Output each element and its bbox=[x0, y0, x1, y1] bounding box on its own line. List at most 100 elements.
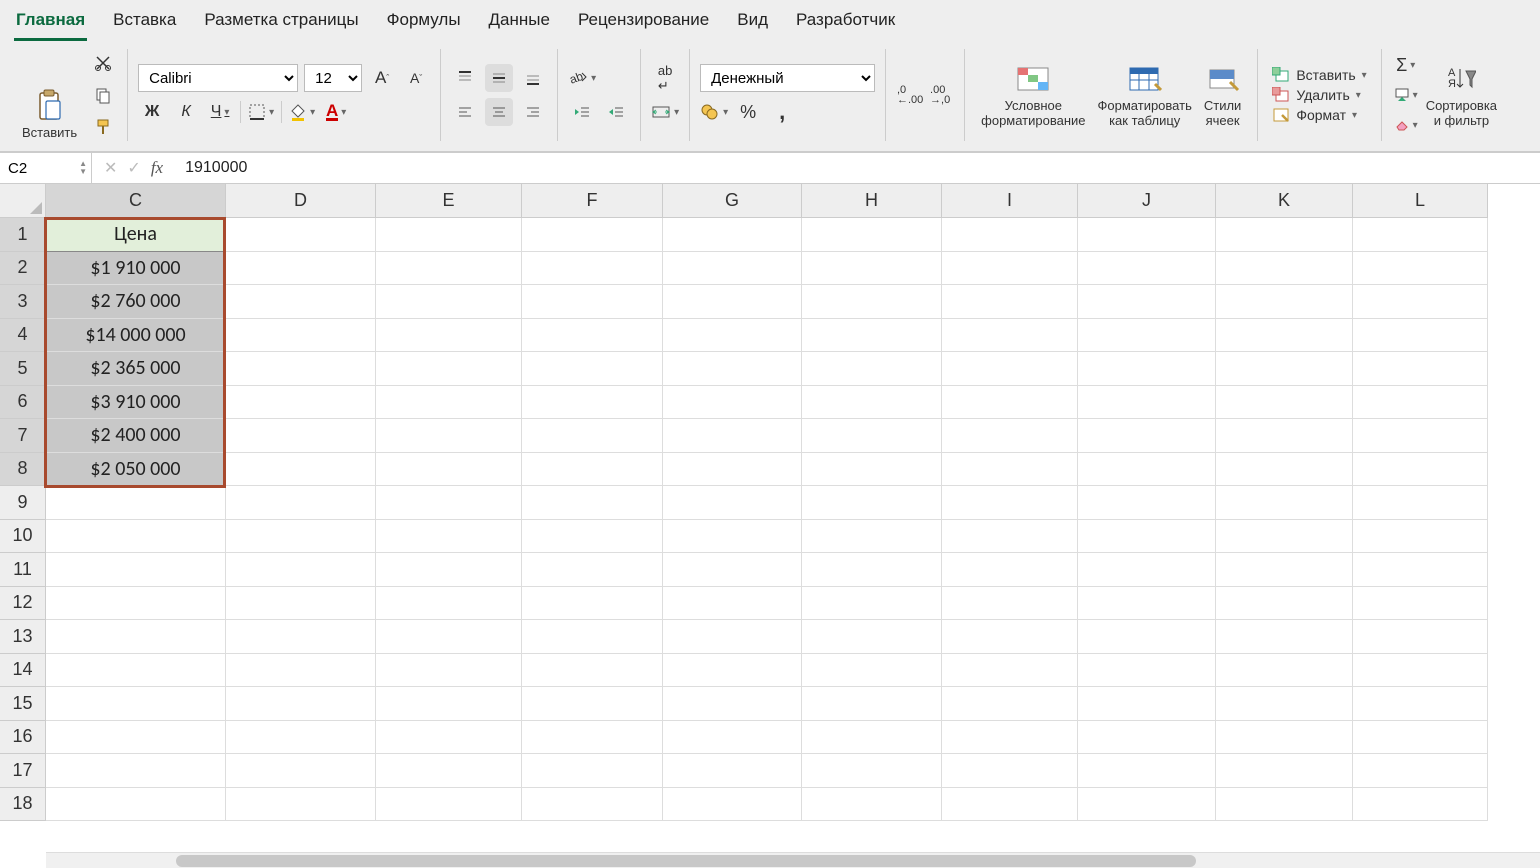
cell[interactable] bbox=[1353, 587, 1488, 621]
cell[interactable] bbox=[663, 587, 802, 621]
row-header[interactable]: 2 bbox=[0, 252, 46, 286]
accept-formula-icon[interactable]: ✓ bbox=[127, 158, 140, 178]
menu-tab-1[interactable]: Вставка bbox=[111, 6, 178, 41]
row-header[interactable]: 11 bbox=[0, 553, 46, 587]
menu-tab-2[interactable]: Разметка страницы bbox=[202, 6, 360, 41]
row-header[interactable]: 8 bbox=[0, 453, 46, 487]
cell[interactable] bbox=[1353, 453, 1488, 487]
cell[interactable] bbox=[226, 252, 376, 286]
underline-button[interactable]: Ч bbox=[206, 98, 234, 126]
cell[interactable] bbox=[1216, 218, 1353, 252]
cell[interactable] bbox=[1216, 285, 1353, 319]
cell[interactable] bbox=[226, 419, 376, 453]
cell[interactable] bbox=[226, 788, 376, 822]
align-bottom-button[interactable] bbox=[519, 64, 547, 92]
cell[interactable] bbox=[802, 419, 942, 453]
row-header[interactable]: 12 bbox=[0, 587, 46, 621]
cell[interactable] bbox=[663, 285, 802, 319]
cell[interactable] bbox=[942, 620, 1078, 654]
cell[interactable] bbox=[522, 486, 663, 520]
row-header[interactable]: 17 bbox=[0, 754, 46, 788]
cell[interactable] bbox=[46, 721, 226, 755]
cell[interactable] bbox=[1353, 553, 1488, 587]
cell[interactable] bbox=[1078, 319, 1216, 353]
row-header[interactable]: 6 bbox=[0, 386, 46, 420]
name-box[interactable]: C2 ▲▼ bbox=[0, 153, 92, 183]
cell[interactable] bbox=[1216, 319, 1353, 353]
align-center-button[interactable] bbox=[485, 98, 513, 126]
cell[interactable] bbox=[1353, 285, 1488, 319]
cell[interactable]: Цена bbox=[46, 218, 226, 252]
cell[interactable] bbox=[1078, 687, 1216, 721]
cell[interactable] bbox=[226, 654, 376, 688]
cell[interactable] bbox=[226, 453, 376, 487]
cell[interactable] bbox=[1353, 788, 1488, 822]
menu-tab-7[interactable]: Разработчик bbox=[794, 6, 897, 41]
cell[interactable] bbox=[1216, 252, 1353, 286]
cell[interactable] bbox=[1353, 419, 1488, 453]
menu-tab-4[interactable]: Данные bbox=[487, 6, 552, 41]
cell[interactable] bbox=[376, 788, 522, 822]
align-left-button[interactable] bbox=[451, 98, 479, 126]
cell[interactable] bbox=[376, 419, 522, 453]
cell[interactable] bbox=[46, 788, 226, 822]
cell[interactable] bbox=[1078, 419, 1216, 453]
currency-format-button[interactable] bbox=[700, 98, 728, 126]
column-header[interactable]: C bbox=[46, 184, 226, 218]
autosum-button[interactable]: Σ bbox=[1392, 51, 1420, 79]
cell[interactable] bbox=[226, 486, 376, 520]
fx-icon[interactable]: fx bbox=[151, 158, 163, 178]
cell[interactable] bbox=[46, 520, 226, 554]
cell[interactable] bbox=[376, 553, 522, 587]
format-cells-button[interactable]: Формат▾ bbox=[1268, 105, 1370, 125]
cell[interactable] bbox=[1078, 352, 1216, 386]
cell[interactable] bbox=[663, 218, 802, 252]
cell[interactable] bbox=[1353, 687, 1488, 721]
cancel-formula-icon[interactable]: ✕ bbox=[104, 158, 117, 178]
select-all-corner[interactable] bbox=[0, 184, 46, 218]
cell[interactable] bbox=[1353, 218, 1488, 252]
cell[interactable] bbox=[1078, 285, 1216, 319]
cell[interactable] bbox=[802, 520, 942, 554]
cell[interactable] bbox=[942, 721, 1078, 755]
cell[interactable] bbox=[663, 252, 802, 286]
menu-tab-0[interactable]: Главная bbox=[14, 6, 87, 41]
row-header[interactable]: 4 bbox=[0, 319, 46, 353]
cell[interactable] bbox=[942, 754, 1078, 788]
cell[interactable] bbox=[1078, 252, 1216, 286]
cell[interactable] bbox=[522, 587, 663, 621]
cell[interactable] bbox=[663, 620, 802, 654]
cell[interactable] bbox=[1353, 654, 1488, 688]
cell[interactable] bbox=[1216, 453, 1353, 487]
cell[interactable] bbox=[942, 687, 1078, 721]
cell[interactable] bbox=[1078, 654, 1216, 688]
decrease-indent-button[interactable] bbox=[568, 98, 596, 126]
italic-button[interactable]: К bbox=[172, 98, 200, 126]
cell[interactable] bbox=[1216, 687, 1353, 721]
cell[interactable] bbox=[522, 687, 663, 721]
column-header[interactable]: K bbox=[1216, 184, 1353, 218]
cell[interactable] bbox=[226, 687, 376, 721]
font-name-select[interactable]: Calibri bbox=[138, 64, 298, 92]
cell[interactable] bbox=[376, 319, 522, 353]
cell[interactable] bbox=[376, 285, 522, 319]
name-box-spinner[interactable]: ▲▼ bbox=[79, 160, 87, 176]
cell[interactable] bbox=[522, 218, 663, 252]
cell[interactable] bbox=[1078, 788, 1216, 822]
cell[interactable] bbox=[1353, 754, 1488, 788]
cell[interactable] bbox=[663, 687, 802, 721]
cell[interactable] bbox=[1216, 553, 1353, 587]
cell[interactable] bbox=[802, 252, 942, 286]
scrollbar-thumb[interactable] bbox=[176, 855, 1196, 867]
cell[interactable] bbox=[942, 386, 1078, 420]
cell[interactable] bbox=[1216, 754, 1353, 788]
cell[interactable] bbox=[376, 386, 522, 420]
cell[interactable] bbox=[663, 721, 802, 755]
cell[interactable] bbox=[1353, 486, 1488, 520]
conditional-format-button[interactable]: Условное форматирование bbox=[975, 61, 1091, 129]
cell[interactable] bbox=[802, 620, 942, 654]
cell[interactable] bbox=[1216, 654, 1353, 688]
cell[interactable] bbox=[942, 419, 1078, 453]
cell[interactable] bbox=[522, 319, 663, 353]
cell[interactable] bbox=[376, 754, 522, 788]
